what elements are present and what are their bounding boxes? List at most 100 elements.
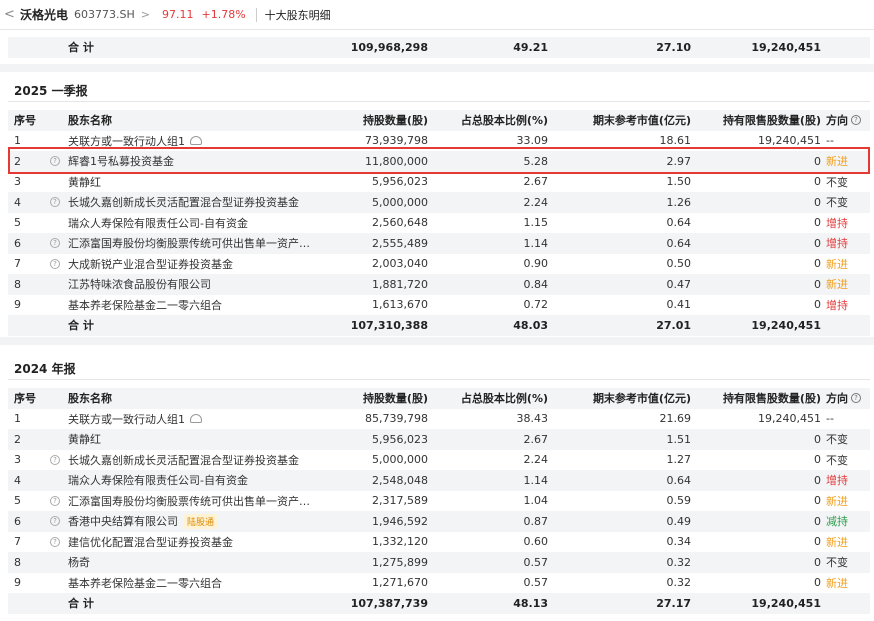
shareholder-name-cell[interactable]: 大成新锐产业混合型证券投资基金 (68, 254, 320, 275)
direction: 新进 (826, 494, 848, 508)
col-direction[interactable]: 方向? (826, 388, 870, 409)
col-market-value-label: 期末参考市值(亿元) (592, 392, 691, 406)
col-direction[interactable]: 方向? (826, 110, 870, 131)
holding: 5,000,000 (372, 195, 428, 209)
shareholder-name-cell[interactable]: 瑞众人寿保险有限责任公司-自有资金 (68, 470, 320, 491)
shareholder-name[interactable]: 江苏特味浓食品股份有限公司 (68, 276, 211, 292)
shareholder-name[interactable]: 汇添富国寿股份均衡股票传统可供出售单一资产… (68, 493, 310, 509)
back-arrow-icon[interactable]: < (4, 7, 20, 22)
divider (8, 101, 870, 102)
shareholder-name-cell[interactable]: 杨奇 (68, 552, 320, 573)
row-index: 4 (14, 473, 21, 487)
direction: -- (826, 412, 834, 426)
table-row[interactable]: 1 关联方或一致行动人组1 85,739,798 38.43 21.69 19,240,4… (8, 409, 870, 430)
shareholder-name-cell[interactable]: 关联方或一致行动人组1 (68, 409, 320, 430)
shareholder-name[interactable]: 黄静红 (68, 431, 101, 447)
divider (8, 379, 870, 380)
shareholder-name-cell[interactable]: 香港中央结算有限公司 陆股通 (68, 511, 320, 532)
table-row[interactable]: 9 基本养老保险基金二一零六组合 1,613,670 0.72 0.41 0 增持 (8, 295, 870, 316)
market-value: 0.64 (666, 236, 692, 250)
table-row[interactable]: 7? 大成新锐产业混合型证券投资基金 2,003,040 0.90 0.50 0 新进 (8, 254, 870, 275)
shareholder-name[interactable]: 瑞众人寿保险有限责任公司-自有资金 (68, 215, 248, 231)
help-icon[interactable]: ? (851, 393, 861, 404)
direction: 不变 (826, 453, 848, 467)
shareholder-name[interactable]: 建信优化配置混合型证券投资基金 (68, 534, 233, 550)
help-icon[interactable]: ? (48, 532, 62, 553)
table-row[interactable]: 9 基本养老保险基金二一零六组合 1,271,670 0.57 0.32 0 新进 (8, 573, 870, 594)
table-row[interactable]: 2 黄静红 5,956,023 2.67 1.51 0 不变 (8, 429, 870, 450)
help-icon[interactable]: ? (48, 233, 62, 254)
shareholder-name-cell[interactable]: 长城久嘉创新成长灵活配置混合型证券投资基金 (68, 450, 320, 471)
chevron-right-icon[interactable]: > (141, 8, 150, 21)
shareholder-name[interactable]: 大成新锐产业混合型证券投资基金 (68, 256, 233, 272)
shareholder-name[interactable]: 杨奇 (68, 554, 90, 570)
table-row[interactable]: 6? 汇添富国寿股份均衡股票传统可供出售单一资产… 2,555,489 1.14 0.6… (8, 233, 870, 254)
col-restricted-label: 持有限售股数量(股) (722, 114, 821, 128)
table-row[interactable]: 5 瑞众人寿保险有限责任公司-自有资金 2,560,648 1.15 0.64 0 增持 (8, 213, 870, 234)
shareholder-name-cell[interactable]: 黄静红 (68, 172, 320, 193)
question-icon: ? (50, 238, 60, 249)
shareholder-name[interactable]: 黄静红 (68, 174, 101, 190)
direction: 不变 (826, 556, 848, 570)
shareholder-name[interactable]: 关联方或一致行动人组1 (68, 411, 185, 427)
group-icon[interactable] (190, 136, 202, 146)
market-value: 0.41 (666, 298, 692, 312)
row-index: 1 (14, 412, 21, 426)
stock-price: 97.11 (161, 8, 194, 21)
shareholder-name[interactable]: 基本养老保险基金二一零六组合 (68, 297, 222, 313)
shareholder-name-cell[interactable]: 瑞众人寿保险有限责任公司-自有资金 (68, 213, 320, 234)
help-icon[interactable]: ? (851, 115, 861, 126)
help-icon[interactable]: ? (48, 511, 62, 532)
question-icon: ? (50, 454, 60, 465)
shareholder-name[interactable]: 基本养老保险基金二一零六组合 (68, 575, 222, 591)
shareholder-name-cell[interactable]: 长城久嘉创新成长灵活配置混合型证券投资基金 (68, 192, 320, 213)
stock-name: 沃格光电 (20, 8, 69, 22)
total-ratio: 49.21 (513, 40, 548, 54)
shareholder-name[interactable]: 长城久嘉创新成长灵活配置混合型证券投资基金 (68, 194, 299, 210)
col-restricted: 持有限售股数量(股) (691, 110, 821, 131)
table-row[interactable]: 6? 香港中央结算有限公司 陆股通 1,946,592 0.87 0.49 0 减持 (8, 511, 870, 532)
row-index: 3 (14, 175, 21, 189)
table-row[interactable]: 5? 汇添富国寿股份均衡股票传统可供出售单一资产… 2,317,589 1.04 0.5… (8, 491, 870, 512)
help-icon[interactable]: ? (48, 491, 62, 512)
table-row[interactable]: 4? 长城久嘉创新成长灵活配置混合型证券投资基金 5,000,000 2.24 1.26… (8, 192, 870, 213)
table-row[interactable]: 3 黄静红 5,956,023 2.67 1.50 0 不变 (8, 172, 870, 193)
shareholder-name[interactable]: 香港中央结算有限公司 (68, 513, 178, 529)
help-icon[interactable]: ? (48, 450, 62, 471)
ratio: 0.57 (523, 555, 549, 569)
connect-tag: 陆股通 (184, 513, 218, 529)
help-icon[interactable]: ? (48, 254, 62, 275)
total-label: 合 计 (68, 319, 94, 333)
ratio: 2.24 (523, 195, 549, 209)
group-icon[interactable] (190, 414, 202, 424)
direction: 减持 (826, 515, 848, 529)
col-ratio: 占总股本比例(%) (428, 388, 548, 409)
shareholder-name-cell[interactable]: 基本养老保险基金二一零六组合 (68, 295, 320, 316)
section-gap (0, 336, 874, 345)
holding: 2,317,589 (372, 494, 428, 508)
shareholder-name[interactable]: 瑞众人寿保险有限责任公司-自有资金 (68, 472, 248, 488)
question-icon: ? (50, 536, 60, 547)
shareholder-name[interactable]: 汇添富国寿股份均衡股票传统可供出售单一资产… (68, 235, 310, 251)
restricted: 0 (814, 432, 821, 446)
shareholder-name-cell[interactable]: 汇添富国寿股份均衡股票传统可供出售单一资产… (68, 233, 320, 254)
shareholder-name[interactable]: 长城久嘉创新成长灵活配置混合型证券投资基金 (68, 452, 299, 468)
page-title: 十大股东明细 (264, 8, 331, 22)
shareholder-name-cell[interactable]: 黄静红 (68, 429, 320, 450)
table-row[interactable]: 8 江苏特味浓食品股份有限公司 1,881,720 0.84 0.47 0 新进 (8, 274, 870, 295)
row-index: 6 (14, 514, 21, 528)
table-row[interactable]: 3? 长城久嘉创新成长灵活配置混合型证券投资基金 5,000,000 2.24 1.27… (8, 450, 870, 471)
help-icon[interactable]: ? (48, 192, 62, 213)
shareholder-name-cell[interactable]: 基本养老保险基金二一零六组合 (68, 573, 320, 594)
col-restricted-label: 持有限售股数量(股) (722, 392, 821, 406)
direction: 新进 (826, 576, 848, 590)
shareholder-name-cell[interactable]: 汇添富国寿股份均衡股票传统可供出售单一资产… (68, 491, 320, 512)
ratio: 0.87 (523, 514, 549, 528)
ratio: 0.90 (523, 257, 549, 271)
shareholder-name-cell[interactable]: 江苏特味浓食品股份有限公司 (68, 274, 320, 295)
table-row[interactable]: 7? 建信优化配置混合型证券投资基金 1,332,120 0.60 0.34 0 新进 (8, 532, 870, 553)
table-row[interactable]: 8 杨奇 1,275,899 0.57 0.32 0 不变 (8, 552, 870, 573)
row-index: 8 (14, 277, 21, 291)
table-row[interactable]: 4 瑞众人寿保险有限责任公司-自有资金 2,548,048 1.14 0.64 0 增持 (8, 470, 870, 491)
shareholder-name-cell[interactable]: 建信优化配置混合型证券投资基金 (68, 532, 320, 553)
